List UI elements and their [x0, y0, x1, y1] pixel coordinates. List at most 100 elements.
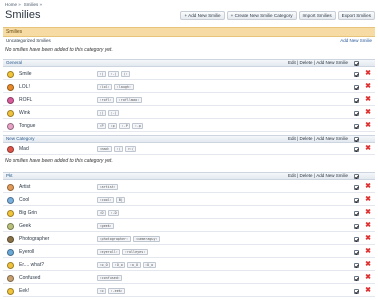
- delete-icon[interactable]: ✖: [365, 109, 371, 116]
- delete-icon[interactable]: ✖: [365, 145, 371, 152]
- smilie-row: Mad:mad::(>:(✖: [3, 144, 375, 155]
- section-new-category-checkbox[interactable]: [354, 137, 359, 142]
- import-smilies-button[interactable]: Import Smilies: [298, 11, 336, 20]
- smilie-code: :artist:: [97, 184, 119, 190]
- smilie-icon: [7, 288, 14, 295]
- delete-icon[interactable]: ✖: [365, 274, 371, 281]
- smilie-row: ROFL :rofl::rofllmao: ✖: [3, 95, 375, 106]
- smilie-name[interactable]: Mad: [19, 146, 29, 153]
- separator: |: [297, 136, 299, 141]
- smilie-name[interactable]: Geek: [19, 223, 31, 230]
- smilie-enable-checkbox[interactable]: [354, 276, 359, 281]
- delete-icon[interactable]: ✖: [365, 222, 371, 229]
- smilie-enable-checkbox[interactable]: [354, 98, 359, 103]
- smilie-enable-checkbox[interactable]: [354, 198, 359, 203]
- section-pkt-add-link[interactable]: Add New Smilie: [316, 173, 348, 179]
- delete-icon[interactable]: ✖: [365, 122, 371, 129]
- section-pkt-edit-link[interactable]: Edit: [288, 173, 296, 179]
- smilie-code: :rolleyes:: [122, 249, 148, 255]
- delete-icon[interactable]: ✖: [365, 261, 371, 268]
- smilie-enable-checkbox[interactable]: [354, 237, 359, 242]
- smilie-code: :confused:: [97, 275, 123, 281]
- smilie-code: :laugh:: [114, 84, 134, 90]
- smilie-icon: [7, 97, 14, 104]
- smilie-name[interactable]: LOL!: [19, 84, 30, 91]
- smilie-icon: [7, 197, 14, 204]
- smilie-icon: [7, 123, 14, 130]
- add-smilie-button[interactable]: + Add New Smilie: [180, 11, 225, 20]
- section-pkt-delete-link[interactable]: Delete: [300, 173, 313, 179]
- smilie-row: Confused :confused: ✖: [3, 273, 375, 284]
- delete-icon[interactable]: ✖: [365, 96, 371, 103]
- smilie-code: :cameraguy:: [132, 236, 161, 242]
- delete-icon[interactable]: ✖: [365, 83, 371, 90]
- smilie-enable-checkbox[interactable]: [354, 124, 359, 129]
- section-general-checkbox[interactable]: [354, 61, 359, 66]
- section-pkt-checkbox[interactable]: [354, 174, 359, 179]
- delete-icon[interactable]: ✖: [365, 183, 371, 190]
- smilie-code: :-): [108, 71, 120, 77]
- smilie-enable-checkbox[interactable]: [354, 224, 359, 229]
- smilie-enable-checkbox[interactable]: [354, 147, 359, 152]
- smilie-code: :P: [97, 123, 107, 129]
- delete-icon[interactable]: ✖: [365, 248, 371, 255]
- create-category-button[interactable]: + Create New Smilie Category: [226, 11, 297, 20]
- delete-icon[interactable]: ✖: [365, 287, 371, 294]
- section-new-category-add-link[interactable]: Add New Smilie: [316, 136, 348, 142]
- smilie-name[interactable]: Artist: [19, 184, 30, 191]
- smilie-enable-checkbox[interactable]: [354, 111, 359, 116]
- smilie-name[interactable]: Big Grin: [19, 210, 37, 217]
- separator: |: [313, 173, 315, 178]
- section-new-category-delete-link[interactable]: Delete: [300, 136, 313, 142]
- smilie-enable-checkbox[interactable]: [354, 185, 359, 190]
- smilie-icon: [7, 262, 14, 269]
- smilie-name[interactable]: Tongue: [19, 123, 35, 130]
- smilie-enable-checkbox[interactable]: [354, 85, 359, 90]
- section-general-delete-link[interactable]: Delete: [300, 60, 313, 66]
- smilie-icon: [7, 110, 14, 117]
- smilie-name[interactable]: Eek!: [19, 288, 29, 295]
- smilie-code: :geek:: [97, 223, 115, 229]
- smilie-codes: :eyeroll::rolleyes:: [97, 249, 148, 255]
- smilie-code: :): [97, 71, 107, 77]
- smilie-name[interactable]: Confused: [19, 275, 40, 282]
- smilie-code: :-D: [108, 210, 120, 216]
- delete-icon[interactable]: ✖: [365, 196, 371, 203]
- smilie-enable-checkbox[interactable]: [354, 72, 359, 77]
- smilie-row: Big Grin :D:-D ✖: [3, 208, 375, 219]
- section-new-category-title: New Category: [6, 136, 35, 141]
- uncategorized-add-link[interactable]: Add New Smilie: [340, 38, 372, 43]
- top-actions: + Add New Smilie + Create New Smilie Cat…: [180, 11, 375, 20]
- smilie-icon: [7, 146, 14, 153]
- smilie-code: :-eek:: [108, 288, 126, 294]
- smilie-name[interactable]: Er.... what?: [19, 262, 44, 269]
- section-new-category-edit-link[interactable]: Edit: [288, 136, 296, 142]
- delete-icon[interactable]: ✖: [365, 209, 371, 216]
- smilie-name[interactable]: Smile: [19, 71, 32, 78]
- smilie-code: :rofl:: [97, 97, 115, 103]
- separator: |: [297, 173, 299, 178]
- uncategorized-title: Uncategorized Smilies: [6, 38, 51, 43]
- smilie-name[interactable]: ROFL: [19, 97, 32, 104]
- smilie-enable-checkbox[interactable]: [354, 211, 359, 216]
- smilie-code: B): [116, 197, 126, 203]
- smilie-codes: :D:-D: [97, 210, 120, 216]
- export-smilies-button[interactable]: Export Smilies: [337, 11, 375, 20]
- uncategorized-empty-message: No smilies have been added to this categ…: [5, 47, 113, 53]
- section-pkt-title: Pkt: [6, 173, 13, 178]
- section-general-add-link[interactable]: Add New Smilie: [316, 60, 348, 66]
- smilie-enable-checkbox[interactable]: [354, 289, 359, 294]
- section-general-edit-link[interactable]: Edit: [288, 60, 296, 66]
- smilie-enable-checkbox[interactable]: [354, 263, 359, 268]
- smilie-name[interactable]: Photographer: [19, 236, 49, 243]
- smilie-enable-checkbox[interactable]: [354, 250, 359, 255]
- smilie-codes: :cool: B): [97, 197, 126, 203]
- smilie-codes: :artist:: [97, 184, 119, 190]
- smilie-name[interactable]: Eyeroll: [19, 249, 34, 256]
- delete-icon[interactable]: ✖: [365, 235, 371, 242]
- smilie-name[interactable]: Wink: [19, 110, 30, 117]
- smilie-name[interactable]: Cool: [19, 197, 29, 204]
- delete-icon[interactable]: ✖: [365, 70, 371, 77]
- new-category-empty-message: No smilies have been added to this categ…: [5, 158, 113, 164]
- smilie-code: :rofllmao:: [116, 97, 142, 103]
